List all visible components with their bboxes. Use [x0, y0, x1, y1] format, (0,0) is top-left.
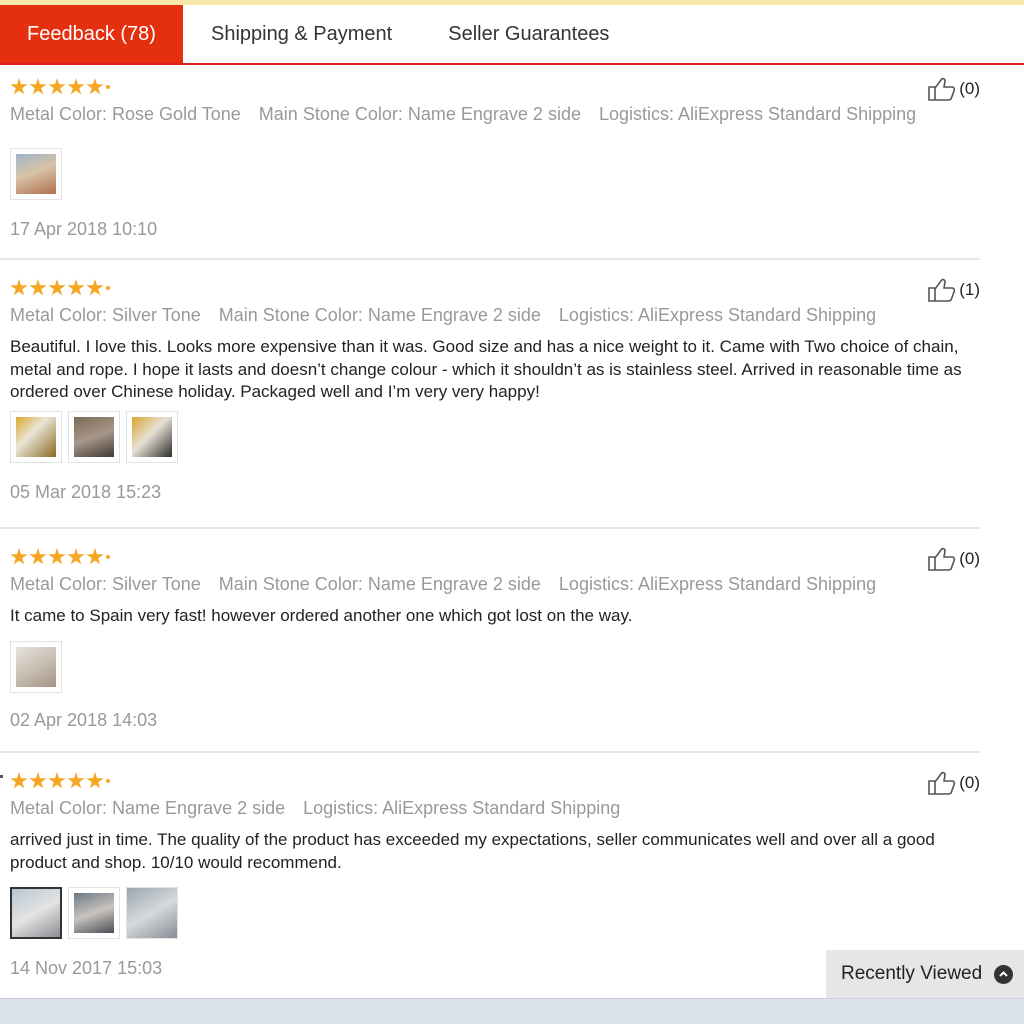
- photo-thumbnail[interactable]: [10, 641, 62, 693]
- review-item: (1) Metal Color: Silver Tone Main Stone …: [0, 260, 980, 529]
- review-date: 17 Apr 2018 10:10: [10, 219, 158, 239]
- review-attributes: Metal Color: Rose Gold Tone Main Stone C…: [10, 104, 916, 125]
- star-icon: [48, 279, 66, 296]
- review-attributes: Metal Color: Silver Tone Main Stone Colo…: [10, 574, 876, 595]
- photo-thumbnail[interactable]: [10, 411, 62, 463]
- window-bottom-bar: [0, 998, 1024, 1024]
- attr-metal-color: Metal Color: Name Engrave 2 side: [10, 798, 286, 818]
- star-icon: [10, 548, 28, 565]
- review-text: Beautiful. I love this. Looks more expen…: [10, 337, 962, 401]
- review-photos: [10, 148, 62, 200]
- helpful-count: (0): [959, 79, 980, 98]
- star-icon: [67, 548, 85, 565]
- helpful-button[interactable]: (0): [927, 76, 980, 102]
- attr-logistics: Logistics: AliExpress Standard Shipping: [303, 798, 621, 818]
- star-icon: [86, 772, 104, 789]
- tab-feedback[interactable]: Feedback (78): [0, 5, 183, 63]
- photo-thumbnail[interactable]: [68, 887, 120, 939]
- photo-thumbnail[interactable]: [10, 887, 62, 939]
- review-list: (0) Metal Color: Rose Gold Tone Main Sto…: [0, 66, 980, 1003]
- helpful-count: (0): [959, 773, 980, 792]
- star-dot: [106, 555, 110, 559]
- tab-bar: Feedback (78) Shipping & Payment Seller …: [0, 5, 1024, 65]
- attr-logistics: Logistics: AliExpress Standard Shipping: [558, 574, 877, 594]
- review-photos: [10, 887, 178, 939]
- helpful-button[interactable]: (1): [927, 277, 980, 303]
- photo-thumbnail[interactable]: [10, 148, 62, 200]
- attr-stone-color: Main Stone Color: Name Engrave 2 side: [218, 305, 541, 325]
- star-rating: [10, 772, 110, 790]
- helpful-button[interactable]: (0): [927, 546, 980, 572]
- attr-logistics: Logistics: AliExpress Standard Shipping: [558, 305, 877, 325]
- review-date: 02 Apr 2018 14:03: [10, 710, 158, 730]
- helpful-count: (1): [959, 280, 980, 299]
- review-attributes: Metal Color: Silver Tone Main Stone Colo…: [10, 305, 876, 326]
- star-icon: [86, 279, 104, 296]
- star-icon: [86, 548, 104, 565]
- star-icon: [86, 78, 104, 95]
- attr-metal-color: Metal Color: Rose Gold Tone: [10, 104, 241, 124]
- helpful-count: (0): [959, 549, 980, 568]
- star-rating: [10, 78, 110, 96]
- recently-viewed-button[interactable]: Recently Viewed: [826, 950, 1024, 998]
- star-rating: [10, 548, 110, 566]
- review-text: arrived just in time. The quality of the…: [10, 830, 935, 872]
- chevron-up-icon: [994, 964, 1014, 984]
- recently-viewed-label: Recently Viewed: [841, 963, 983, 984]
- photo-thumbnail[interactable]: [126, 411, 178, 463]
- thumbs-up-icon: [928, 771, 956, 795]
- star-icon: [29, 548, 47, 565]
- tab-shipping-payment[interactable]: Shipping & Payment: [183, 5, 420, 63]
- review-date: 14 Nov 2017 15:03: [10, 958, 163, 978]
- star-icon: [10, 78, 28, 95]
- star-icon: [29, 772, 47, 789]
- thumbs-up-icon: [928, 278, 956, 302]
- review-item: (0) Metal Color: Silver Tone Main Stone …: [0, 529, 980, 753]
- star-icon: [10, 279, 28, 296]
- star-icon: [67, 279, 85, 296]
- star-icon: [67, 772, 85, 789]
- attr-logistics: Logistics: AliExpress Standard Shipping: [598, 104, 917, 124]
- star-icon: [48, 78, 66, 95]
- helpful-button[interactable]: (0): [927, 770, 980, 796]
- star-icon: [48, 548, 66, 565]
- review-photos: [10, 411, 178, 463]
- star-icon: [29, 279, 47, 296]
- star-dot: [106, 779, 110, 783]
- star-icon: [10, 772, 28, 789]
- attr-stone-color: Main Stone Color: Name Engrave 2 side: [218, 574, 541, 594]
- review-attributes: Metal Color: Name Engrave 2 side Logisti…: [10, 798, 620, 819]
- review-text: It came to Spain very fast! however orde…: [10, 606, 633, 625]
- star-dot: [106, 85, 110, 89]
- attr-metal-color: Metal Color: Silver Tone: [10, 305, 201, 325]
- attr-metal-color: Metal Color: Silver Tone: [10, 574, 201, 594]
- star-icon: [67, 78, 85, 95]
- photo-thumbnail[interactable]: [68, 411, 120, 463]
- star-icon: [29, 78, 47, 95]
- star-rating: [10, 279, 110, 297]
- review-item: (0) Metal Color: Rose Gold Tone Main Sto…: [0, 66, 980, 260]
- photo-thumbnail[interactable]: [126, 887, 178, 939]
- thumbs-up-icon: [928, 77, 956, 101]
- star-icon: [48, 772, 66, 789]
- review-photos: [10, 641, 62, 693]
- tab-seller-guarantees[interactable]: Seller Guarantees: [420, 5, 637, 63]
- thumbs-up-icon: [928, 547, 956, 571]
- attr-stone-color: Main Stone Color: Name Engrave 2 side: [258, 104, 581, 124]
- review-date: 05 Mar 2018 15:23: [10, 482, 162, 502]
- star-dot: [106, 286, 110, 290]
